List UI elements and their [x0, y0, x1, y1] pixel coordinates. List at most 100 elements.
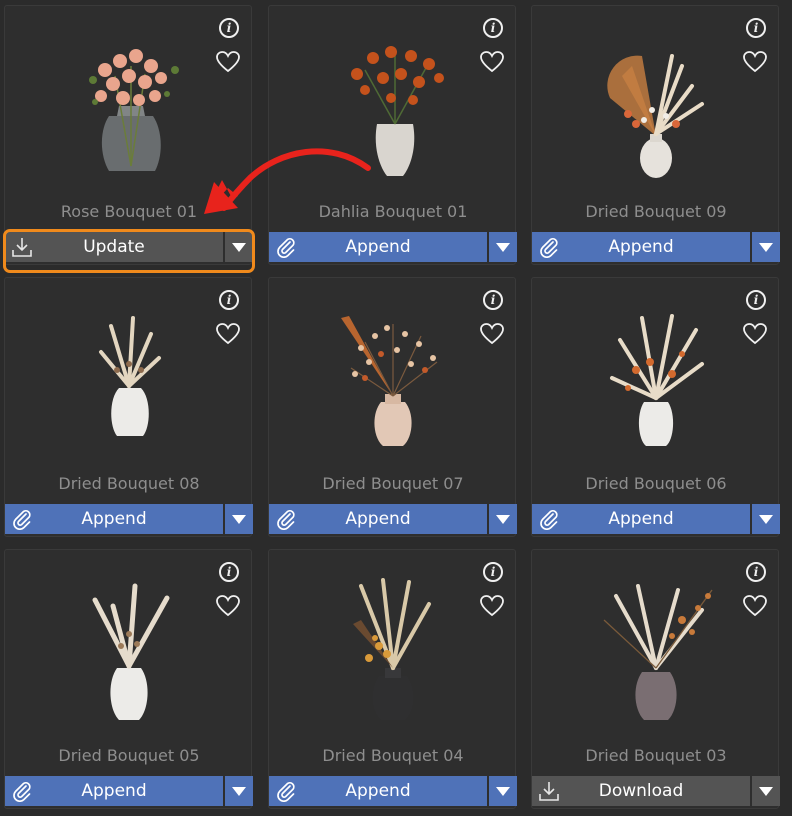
bouquet-image: [353, 578, 431, 720]
heart-icon[interactable]: [479, 322, 505, 346]
asset-action-row: Append: [532, 232, 780, 262]
button-label: Append: [608, 237, 674, 257]
heart-icon[interactable]: [215, 594, 241, 618]
info-icon[interactable]: i: [483, 290, 503, 310]
chevron-down-icon: [232, 786, 246, 796]
bouquet-image: [351, 46, 444, 176]
info-icon[interactable]: i: [483, 562, 503, 582]
asset-action-row: Append: [532, 504, 780, 534]
button-label: Append: [81, 781, 147, 801]
paperclip-icon: [13, 782, 31, 802]
info-icon[interactable]: i: [746, 562, 766, 582]
dropdown-toggle[interactable]: [752, 504, 780, 534]
asset-thumbnail[interactable]: [269, 278, 517, 468]
download-icon: [539, 782, 559, 801]
dropdown-toggle[interactable]: [752, 232, 780, 262]
button-label: Append: [345, 509, 411, 529]
asset-name: Dried Bouquet 07: [322, 474, 464, 493]
asset-thumbnail[interactable]: [5, 6, 253, 196]
heart-icon[interactable]: [742, 594, 768, 618]
asset-card[interactable]: i Dried Bouquet 09 Append: [531, 5, 780, 265]
paperclip-icon: [13, 510, 31, 530]
heart-icon[interactable]: [215, 50, 241, 74]
button-label: Download: [598, 781, 684, 801]
append-button[interactable]: Append: [5, 504, 223, 534]
asset-action-row: Append: [269, 776, 517, 806]
button-label: Append: [81, 509, 147, 529]
asset-thumbnail[interactable]: [5, 550, 253, 740]
bouquet-image: [607, 54, 704, 178]
asset-action-row: Append: [5, 776, 253, 806]
paperclip-icon: [277, 238, 295, 258]
asset-card[interactable]: i Dried Bouquet 03 Download: [531, 549, 780, 809]
update-button[interactable]: Update: [5, 232, 223, 262]
asset-thumbnail[interactable]: [532, 6, 780, 196]
asset-card[interactable]: i Dahlia Bouquet 01 Append: [268, 5, 517, 265]
info-icon[interactable]: i: [483, 18, 503, 38]
chevron-down-icon: [496, 786, 510, 796]
dropdown-toggle[interactable]: [225, 504, 253, 534]
dropdown-toggle[interactable]: [225, 776, 253, 806]
dropdown-toggle[interactable]: [489, 232, 517, 262]
asset-thumbnail[interactable]: [269, 6, 517, 196]
chevron-down-icon: [759, 786, 773, 796]
download-button[interactable]: Download: [532, 776, 750, 806]
heart-icon[interactable]: [215, 322, 241, 346]
dropdown-toggle[interactable]: [489, 504, 517, 534]
asset-card[interactable]: i Dried Bouquet 04 Append: [268, 549, 517, 809]
asset-name: Dried Bouquet 06: [585, 474, 727, 493]
asset-action-row: Append: [269, 232, 517, 262]
asset-card[interactable]: i Dried Bouquet 05 Append: [4, 549, 253, 809]
info-icon[interactable]: i: [746, 290, 766, 310]
bouquet-image: [89, 49, 179, 171]
asset-card[interactable]: i Dried Bouquet 08 Append: [4, 277, 253, 537]
button-label: Update: [83, 237, 145, 257]
asset-name: Dried Bouquet 08: [58, 474, 200, 493]
button-label: Append: [608, 509, 674, 529]
append-button[interactable]: Append: [269, 504, 487, 534]
info-icon[interactable]: i: [746, 18, 766, 38]
info-icon[interactable]: i: [219, 18, 239, 38]
bouquet-image: [610, 314, 704, 446]
info-icon[interactable]: i: [219, 290, 239, 310]
heart-icon[interactable]: [479, 594, 505, 618]
dropdown-toggle[interactable]: [225, 232, 253, 262]
paperclip-icon: [277, 782, 295, 802]
bouquet-image: [603, 584, 713, 720]
bouquet-image: [341, 316, 438, 446]
chevron-down-icon: [232, 242, 246, 252]
info-icon[interactable]: i: [219, 562, 239, 582]
asset-thumbnail[interactable]: [532, 278, 780, 468]
asset-card[interactable]: i Dried Bouquet 06 Append: [531, 277, 780, 537]
append-button[interactable]: Append: [532, 232, 750, 262]
asset-name: Dried Bouquet 05: [58, 746, 200, 765]
asset-name: Dried Bouquet 09: [585, 202, 727, 221]
chevron-down-icon: [759, 242, 773, 252]
asset-name: Dried Bouquet 04: [322, 746, 464, 765]
asset-action-row: Append: [5, 504, 253, 534]
asset-action-row: Append: [269, 504, 517, 534]
asset-thumbnail[interactable]: [269, 550, 517, 740]
asset-thumbnail[interactable]: [5, 278, 253, 468]
asset-card[interactable]: i Dried Bouquet 07 Append: [268, 277, 517, 537]
append-button[interactable]: Append: [269, 776, 487, 806]
heart-icon[interactable]: [479, 50, 505, 74]
append-button[interactable]: Append: [269, 232, 487, 262]
button-label: Append: [345, 237, 411, 257]
dropdown-toggle[interactable]: [489, 776, 517, 806]
dropdown-toggle[interactable]: [752, 776, 780, 806]
append-button[interactable]: Append: [532, 504, 750, 534]
append-button[interactable]: Append: [5, 776, 223, 806]
chevron-down-icon: [232, 514, 246, 524]
button-label: Append: [345, 781, 411, 801]
asset-action-row: Update: [5, 232, 253, 262]
chevron-down-icon: [759, 514, 773, 524]
asset-thumbnail[interactable]: [532, 550, 780, 740]
heart-icon[interactable]: [742, 50, 768, 74]
asset-card[interactable]: i Rose Bouquet 01 Update: [3, 5, 255, 273]
heart-icon[interactable]: [742, 322, 768, 346]
asset-action-row: Download: [532, 776, 780, 806]
chevron-down-icon: [496, 242, 510, 252]
asset-name: Dahlia Bouquet 01: [318, 202, 468, 221]
paperclip-icon: [277, 510, 295, 530]
